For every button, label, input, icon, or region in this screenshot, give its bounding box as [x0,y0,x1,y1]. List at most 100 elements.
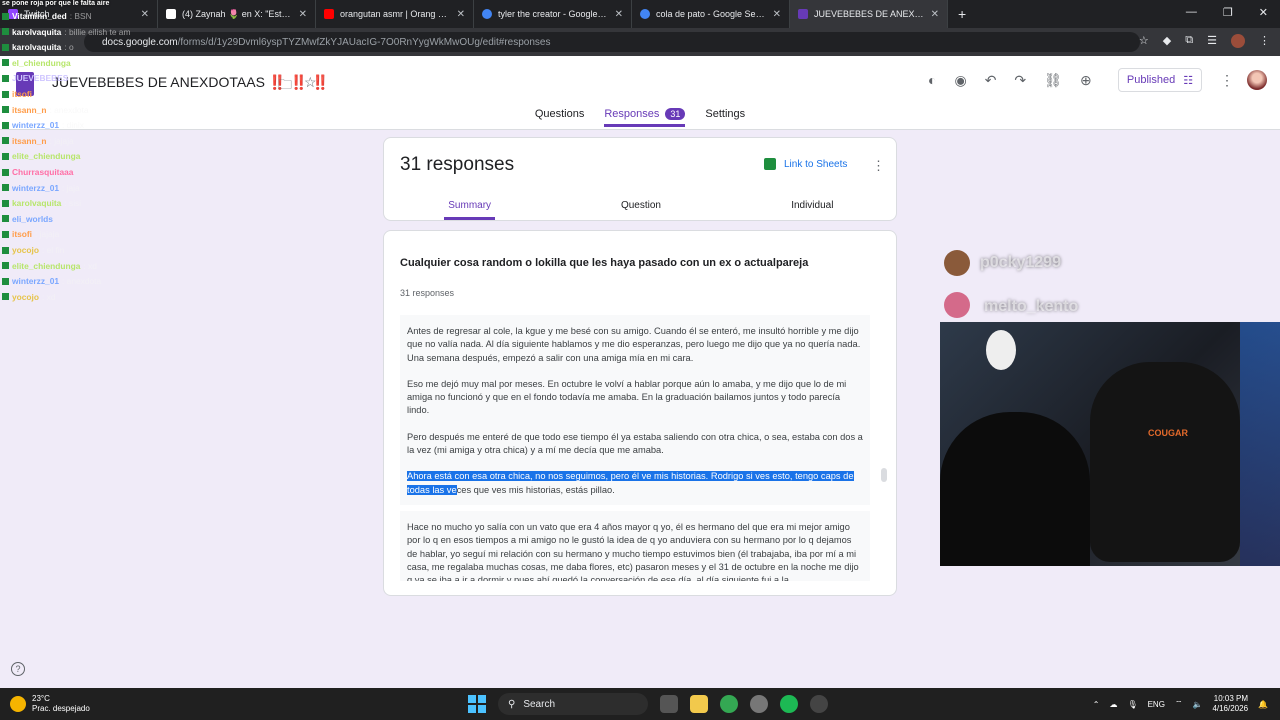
notification-icon[interactable]: 🔔 [1258,700,1268,709]
file-explorer-icon[interactable] [690,695,708,713]
link-to-sheets-button[interactable]: Link to Sheets [764,158,847,170]
tab-google-1[interactable]: tyler the creator - Google Searc ✕ [474,0,632,28]
more-options-icon[interactable]: ⋮ [1220,72,1234,89]
microphone-icon[interactable]: 🎙 [1127,700,1137,709]
chat-username: yocojo [12,245,39,255]
chat-badge-icon [2,230,9,238]
volume-icon[interactable]: 🔈 [1192,700,1202,709]
chat-username: winterzz_01 [12,276,60,287]
extension-icon[interactable]: ◆ [1163,34,1171,48]
close-icon[interactable]: ✕ [299,9,307,20]
title-actions: 🗀 ☆ [278,74,317,98]
tab-questions[interactable]: Questions [535,108,585,127]
webcam-feed: COUGAR [940,322,1280,566]
new-tab-button[interactable]: + [958,6,966,22]
form-tabs: Questions Responses 31 Settings [0,108,1280,127]
chat-message: karolvaquita: sisi [2,198,81,208]
taskbar-search[interactable]: ⚲ Search [498,693,648,715]
star-icon[interactable]: ☆ [304,74,317,98]
reading-list-icon[interactable]: ☰ [1207,34,1217,48]
subtab-summary-label: Summary [444,200,496,220]
chat-text: : jajaja [35,229,60,240]
chat-badge-icon [2,215,9,223]
published-label: Published [1126,74,1176,86]
window-controls: — ❐ ✕ [1186,6,1268,19]
chat-text: : el fin [42,245,65,255]
cloud-icon[interactable]: ☁ [1109,700,1117,709]
chat-username: karolvaquita [12,42,62,53]
url-field[interactable]: docs.google.com/forms/d/1y29Dvml6yspTYZM… [84,32,1140,52]
chat-message: karolvaquita: o [2,42,74,52]
minimize-icon[interactable]: — [1186,6,1197,19]
answers-list[interactable]: Antes de regresar al cole, la kgue y me … [400,315,870,581]
close-icon[interactable]: ✕ [773,9,781,20]
weather-widget[interactable]: 23°C Prac. despejado [10,694,90,714]
account-avatar[interactable] [1247,70,1267,90]
menu-icon[interactable]: ⋮ [1259,34,1270,48]
date: 4/16/2026 [1212,704,1249,713]
redo-icon[interactable]: ↷ [1014,72,1026,89]
chair-logo: COUGAR [1148,428,1188,438]
published-button[interactable]: Published ☷ [1118,68,1202,92]
chat-username: karolvaquita [12,26,62,37]
link-icon[interactable]: ⛓ [1044,72,1062,89]
close-window-icon[interactable]: ✕ [1259,6,1268,19]
chat-text: : xd [42,291,56,302]
answer-paragraph: Pero después me enteré de que todo ese t… [407,431,863,456]
list-item: Hace no mucho yo salía con un vato que e… [400,510,870,581]
answers-scrollbar[interactable] [881,468,887,482]
tab-responses[interactable]: Responses 31 [604,108,686,127]
responses-more-icon[interactable]: ⋮ [872,158,885,174]
browser-toolbar: ☆ ◆ ⧉ ☰ ⋮ [1139,34,1270,48]
close-icon[interactable]: ✕ [457,9,465,20]
chat-username: yocojo [12,291,39,302]
puzzle-icon[interactable]: ⧉ [1185,34,1193,48]
forms-header: JUEVEBEBES DE ANEXDOTAAS ‼️ ‼️ ‼️ 🗀 ☆ ◐ … [0,56,1280,130]
tab-title: orangutan asmr | Orang Utan A [340,9,451,19]
subtab-individual[interactable]: Individual [727,200,898,217]
close-icon[interactable]: ✕ [615,9,623,20]
tab-youtube[interactable]: orangutan asmr | Orang Utan A ✕ [316,0,474,28]
tab-title: JUEVEBEBES DE ANEXDOTAAS! [814,9,925,19]
chat-text: : dinix [62,120,84,131]
temperature: 23°C [32,694,50,703]
chat-message: yocojo: xd [2,292,56,302]
chat-username: winterzz_01 [12,182,60,193]
language-indicator[interactable]: ENG [1148,700,1165,709]
spotify-icon[interactable] [780,695,798,713]
palette-icon[interactable]: ◐ [928,72,936,89]
chat-message: eli_worlds [2,214,56,224]
clock[interactable]: 10:03 PM 4/16/2026 [1212,694,1248,714]
chat-username: el_chiendunga [12,57,71,68]
viewer-name: melto_kento [984,298,1079,315]
wifi-icon[interactable]: ⌔ [1175,699,1183,709]
help-icon[interactable]: ? [11,662,25,676]
chat-username: Vitaminn_ded [12,11,67,21]
close-icon[interactable]: ✕ [931,9,939,20]
chat-badge-icon [2,199,9,207]
subtab-summary[interactable]: Summary [384,200,555,220]
chevron-up-icon[interactable]: ⌃ [1093,700,1100,709]
restore-icon[interactable]: ❐ [1223,6,1233,19]
tab-google-2[interactable]: cola de pato - Google Search ✕ [632,0,790,28]
question-response-count: 31 responses [400,288,455,298]
weather-status: Prac. despejado [32,704,90,713]
undo-icon[interactable]: ↶ [985,72,997,89]
tab-title: cola de pato - Google Search [656,9,767,19]
obs-icon[interactable] [810,695,828,713]
settings-gear-icon[interactable] [750,695,768,713]
subtab-question[interactable]: Question [555,200,726,217]
tab-forms[interactable]: JUEVEBEBES DE ANEXDOTAAS! ✕ [790,0,948,28]
tab-settings[interactable]: Settings [705,108,745,127]
chrome-icon[interactable] [720,695,738,713]
folder-icon[interactable]: 🗀 [278,74,292,98]
chat-username: itsann_n [12,135,47,146]
start-button[interactable] [468,695,486,713]
add-collaborator-icon[interactable]: ⊕ [1080,72,1092,89]
plush-toy [986,330,1016,370]
task-view-icon[interactable] [660,695,678,713]
profile-avatar[interactable] [1231,34,1245,48]
bookmark-star-icon[interactable]: ☆ [1139,34,1149,48]
preview-eye-icon[interactable]: ◉ [954,72,966,89]
browser-tabbar: Twitch✕ (4) Zaynah 🌷 en X: "Esto confi✕ … [0,0,1280,28]
